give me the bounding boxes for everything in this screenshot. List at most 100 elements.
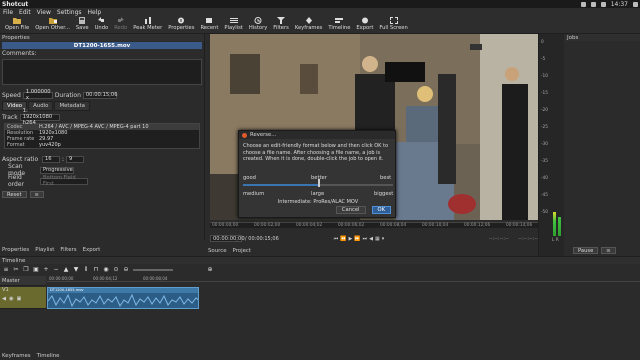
info-row-format[interactable]: Format yuv420p (5, 142, 199, 148)
ruler-label: 00:00:08;04 (143, 276, 168, 281)
tab-timeline[interactable]: Timeline (37, 353, 60, 359)
label-best: best (380, 175, 392, 181)
open-other-button[interactable]: Open Other... (32, 16, 73, 33)
playlist-button[interactable]: Playlist (221, 16, 245, 33)
tab-playlist[interactable]: Playlist (35, 247, 54, 253)
tab-export[interactable]: Export (83, 247, 101, 253)
speed-field[interactable]: 1.000000 x (22, 89, 53, 101)
overwrite-icon[interactable]: ▼ (73, 266, 79, 273)
comments-field[interactable] (2, 59, 202, 85)
pause-button[interactable]: Pause (573, 247, 599, 254)
close-icon[interactable] (242, 132, 247, 138)
clock[interactable]: 14:37 (611, 1, 628, 8)
history-icon (254, 17, 262, 24)
snap-icon[interactable]: ⊓ (93, 266, 99, 273)
quality-slider-handle[interactable] (318, 179, 320, 187)
tab-filters[interactable]: Filters (60, 247, 76, 253)
meter-tick: -20 (541, 108, 549, 113)
tab-properties[interactable]: Properties (2, 247, 29, 253)
zoom-slider[interactable] (133, 268, 173, 271)
paste-icon[interactable]: ▣ (33, 266, 39, 273)
meter-tick: -30 (541, 142, 549, 147)
recent-button[interactable]: Recent (197, 16, 221, 33)
remove-icon[interactable]: − (53, 266, 59, 273)
menu-file[interactable]: File (3, 9, 13, 16)
zoom-in-icon[interactable]: ⊕ (207, 266, 213, 273)
save-button[interactable]: Save (73, 16, 92, 33)
ok-button[interactable]: OK (371, 206, 391, 214)
menu-edit[interactable]: Edit (19, 9, 31, 16)
keyframes-button[interactable]: Keyframes (292, 16, 326, 33)
timeline-ruler[interactable]: 00:00:00;00 00:00:04;12 00:00:08;04 (47, 276, 640, 282)
cut-icon[interactable]: ✂ (13, 266, 19, 273)
grid-icon[interactable]: ▦ (375, 236, 382, 242)
field-order-label: Field order (8, 174, 24, 188)
tab-source[interactable]: Source (208, 248, 227, 254)
split-icon[interactable]: ⫴ (83, 266, 89, 273)
tab-project[interactable]: Project (233, 248, 251, 254)
ripple-icon[interactable]: ⊙ (113, 266, 119, 273)
properties-panel: Properties DT1200-1655.mov Comments: Spe… (0, 34, 205, 240)
undo-button[interactable]: Undo (92, 16, 112, 33)
copy-icon[interactable]: ❐ (23, 266, 29, 273)
menu-settings[interactable]: Settings (57, 9, 82, 16)
rewind-icon[interactable]: ⏪ (340, 236, 348, 242)
reset-button[interactable]: Reset (2, 191, 27, 198)
v1-track-controls: ◀ ◉ ▣ (2, 296, 46, 302)
network-icon[interactable] (580, 1, 586, 7)
peak-meter-button[interactable]: Peak Meter (130, 16, 165, 33)
append-icon[interactable]: + (43, 266, 49, 273)
hide-icon[interactable]: ◉ (9, 296, 14, 302)
scrub-icon[interactable]: ◉ (103, 266, 109, 273)
lock-icon[interactable]: ▣ (17, 296, 22, 302)
fast-forward-icon[interactable]: ⏩ (354, 236, 362, 242)
filters-icon (277, 17, 286, 24)
scan-row: Scan mode Progressive (0, 163, 204, 177)
history-button[interactable]: History (246, 16, 270, 33)
meter-tick: -35 (541, 159, 549, 164)
redo-button[interactable]: Redo (111, 16, 130, 33)
v1-track-name: V1 (2, 287, 9, 293)
scan-select[interactable]: Progressive (40, 166, 74, 174)
scrub-bar[interactable]: 00:00:00;00 00:00:02;00 00:00:04;02 00:0… (210, 222, 538, 228)
mute-icon[interactable]: ◀ (2, 296, 6, 302)
track-select[interactable]: 1: 1920x1080 h264 (19, 108, 60, 126)
out-point: --:--:--:-- (518, 235, 539, 242)
timeline-clip[interactable]: DT1200-1655.mov (47, 287, 199, 309)
field-order-select[interactable]: Bottom Field First (40, 175, 88, 187)
volume-icon[interactable] (600, 1, 606, 7)
system-tray: 14:37 (580, 1, 638, 8)
jobs-pause-row: Pause ≡ (573, 247, 616, 254)
aspect-width-field[interactable]: 16 (42, 155, 60, 163)
menu-help[interactable]: Help (88, 9, 102, 16)
bottom-dock-tabs: Keyframes Timeline (2, 353, 60, 359)
battery-icon[interactable] (590, 1, 596, 7)
app-title: Shotcut (2, 0, 29, 8)
filters-button[interactable]: Filters (270, 16, 292, 33)
tab-keyframes[interactable]: Keyframes (2, 353, 31, 359)
master-track-head[interactable]: Master (0, 276, 46, 286)
reset-menu-icon[interactable]: ≡ (29, 191, 44, 198)
cancel-button[interactable]: Cancel (335, 206, 366, 214)
properties-button[interactable]: Properties (165, 16, 197, 33)
timeline-menu-icon[interactable]: ≡ (3, 266, 9, 273)
menu-view[interactable]: View (37, 9, 51, 16)
export-button[interactable]: Export (353, 16, 376, 33)
v1-track-head[interactable]: V1 ◀ ◉ ▣ (0, 287, 46, 309)
jobs-menu-icon[interactable]: ≡ (601, 247, 616, 254)
aspect-height-field[interactable]: 9 (66, 155, 85, 163)
zoom-icon[interactable]: ▾ (382, 236, 387, 242)
dialog-titlebar: Reverse... (239, 131, 395, 139)
power-icon[interactable] (633, 1, 638, 7)
fullscreen-button[interactable]: Full Screen (376, 16, 410, 33)
lift-icon[interactable]: ▲ (63, 266, 69, 273)
fullscreen-label: Full Screen (379, 25, 408, 31)
zoom-out-icon[interactable]: ⊖ (123, 266, 129, 273)
duration-field[interactable]: 00:00:15;06 (82, 91, 118, 99)
open-file-button[interactable]: Open File (2, 16, 32, 33)
export-label: Export (356, 25, 374, 31)
timecode-field[interactable]: 00:00:00;00 (210, 235, 245, 242)
tab-metadata[interactable]: Metadata (54, 101, 90, 111)
timeline-button[interactable]: Timeline (325, 16, 353, 33)
timeline-panel: Timeline ≡ ✂ ❐ ▣ + − ▲ ▼ ⫴ ⊓ ◉ ⊙ ⊖ ⊕ Mas… (0, 256, 640, 360)
